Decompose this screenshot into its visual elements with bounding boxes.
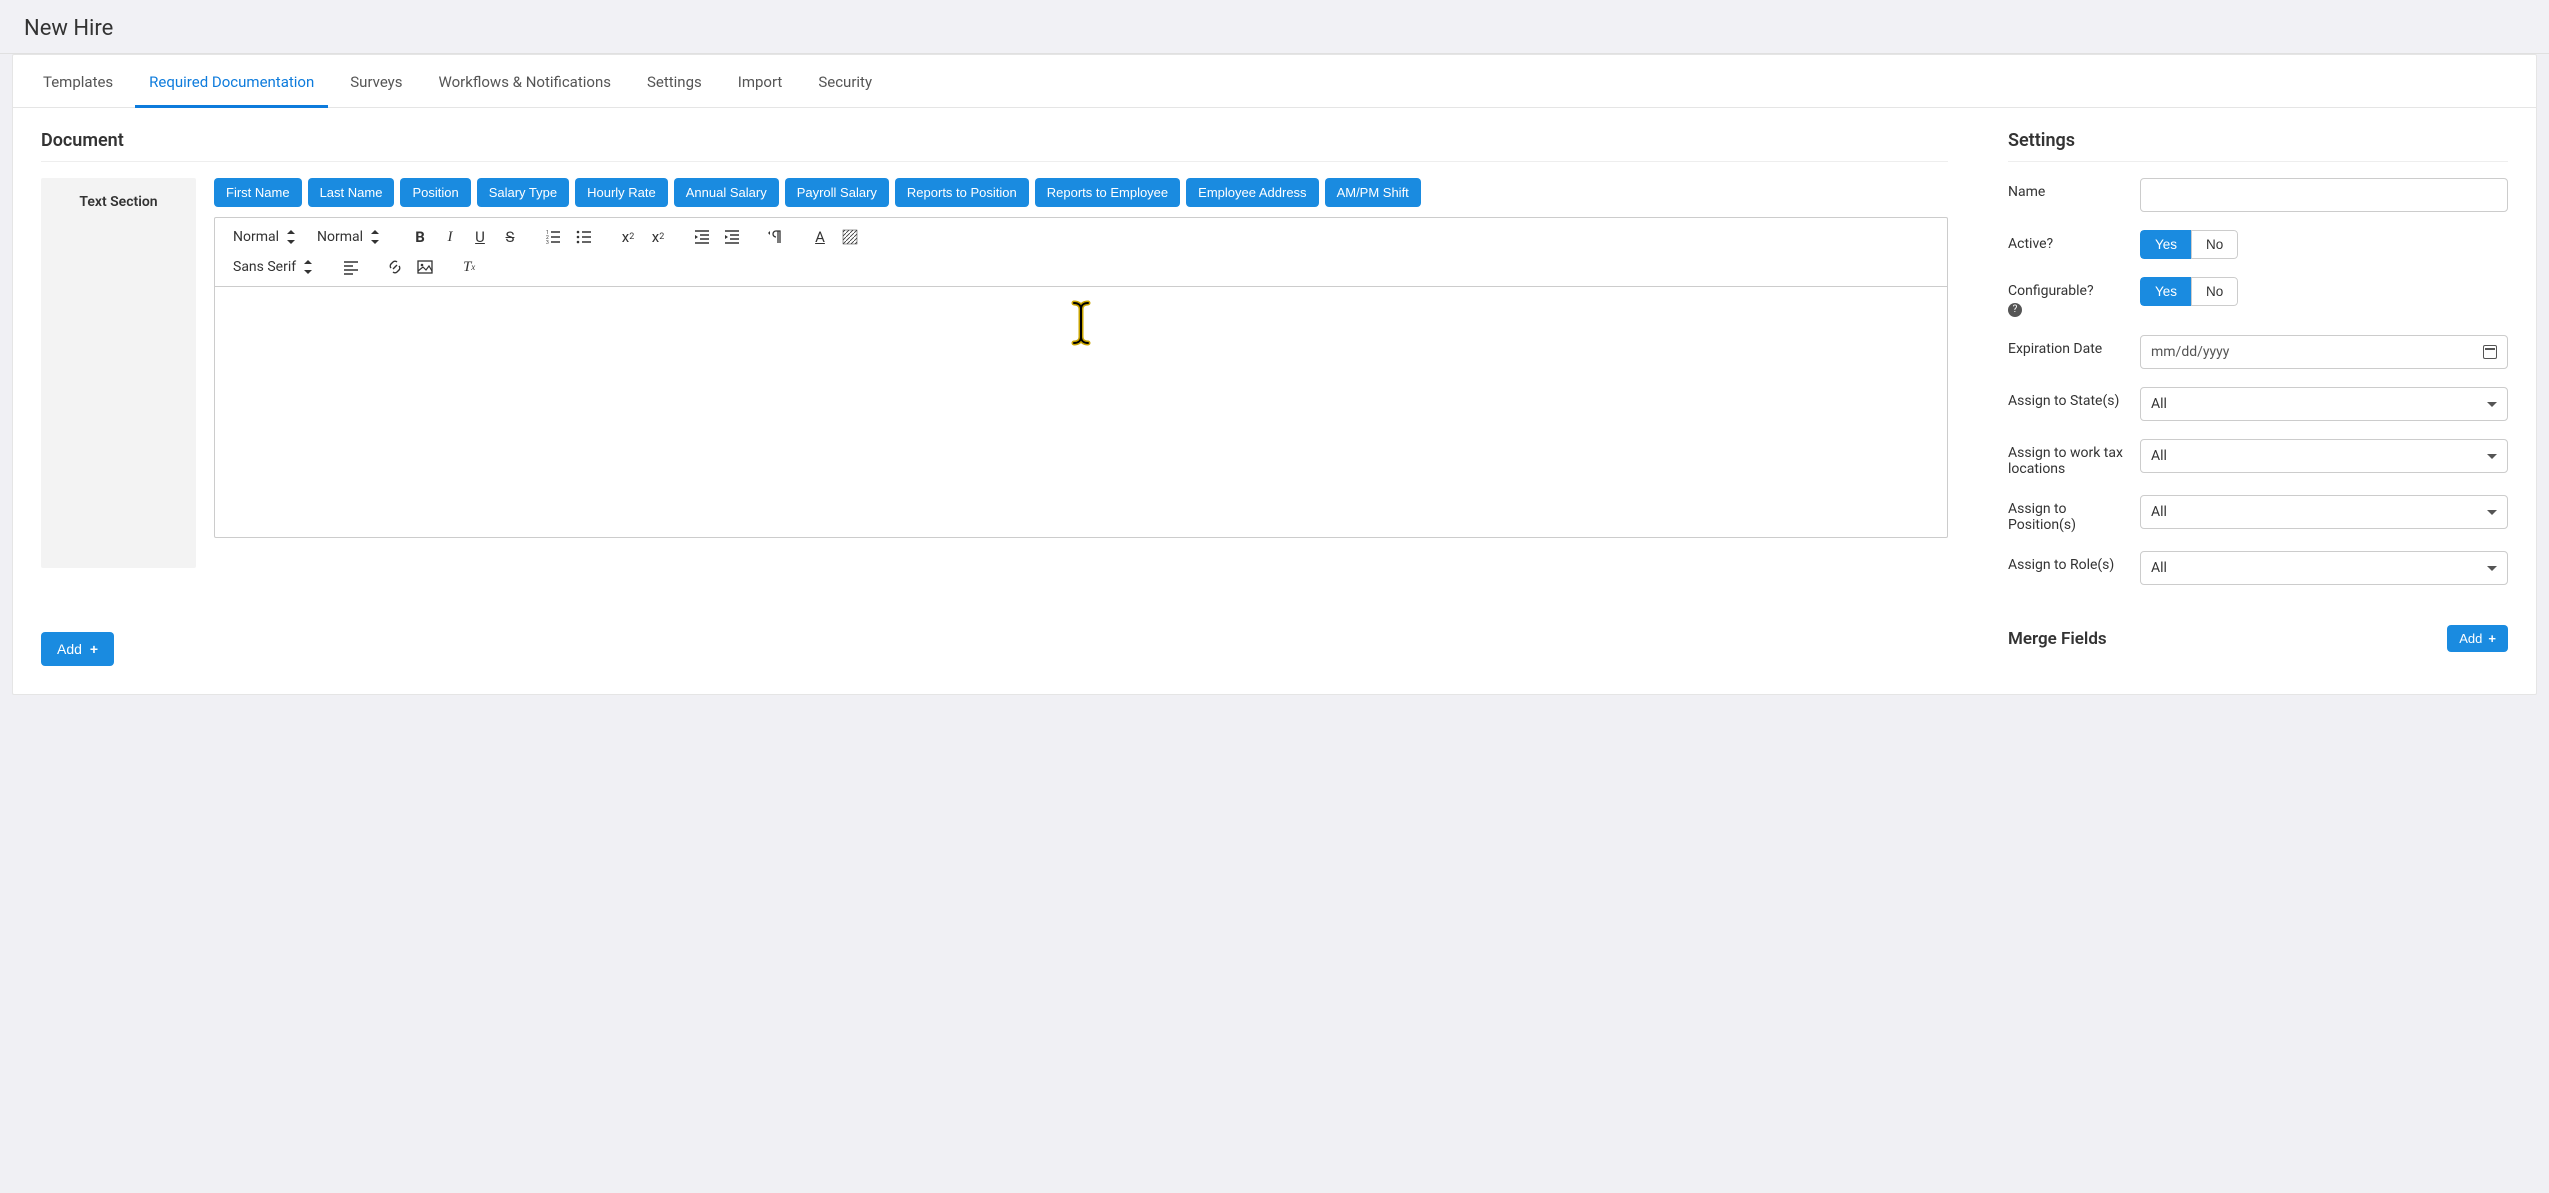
tab-surveys[interactable]: Surveys (336, 55, 416, 107)
chevron-down-icon (2487, 510, 2497, 515)
merge-token-annual-salary[interactable]: Annual Salary (674, 178, 779, 207)
subscript-icon[interactable]: x2 (615, 224, 641, 250)
configurable-label: Configurable? ? (2008, 277, 2128, 317)
text-section-card[interactable]: Text Section (41, 178, 196, 568)
tab-required-documentation[interactable]: Required Documentation (135, 55, 328, 108)
image-icon[interactable] (412, 254, 438, 280)
richtext-editor: Normal Normal B I U S 123 (214, 217, 1948, 538)
merge-token-payroll-salary[interactable]: Payroll Salary (785, 178, 889, 207)
configurable-yes-button[interactable]: Yes (2140, 277, 2191, 306)
merge-token-salary-type[interactable]: Salary Type (477, 178, 569, 207)
text-cursor-icon (1067, 299, 1095, 347)
states-label: Assign to State(s) (2008, 387, 2128, 409)
calendar-icon (2483, 345, 2497, 359)
merge-token-hourly-rate[interactable]: Hourly Rate (575, 178, 668, 207)
chevron-down-icon (2487, 402, 2497, 407)
tab-settings[interactable]: Settings (633, 55, 716, 107)
name-label: Name (2008, 178, 2128, 200)
merge-token-first-name[interactable]: First Name (214, 178, 302, 207)
italic-icon[interactable]: I (437, 224, 463, 250)
add-section-button[interactable]: Add+ (41, 632, 114, 666)
align-icon[interactable] (338, 254, 364, 280)
active-yes-button[interactable]: Yes (2140, 230, 2191, 259)
expiration-date-input[interactable]: mm/dd/yyyy (2140, 335, 2508, 369)
underline-icon[interactable]: U (467, 224, 493, 250)
merge-token-am-pm-shift[interactable]: AM/PM Shift (1325, 178, 1421, 207)
positions-select[interactable]: All (2140, 495, 2508, 529)
tab-templates[interactable]: Templates (29, 55, 127, 107)
roles-select[interactable]: All (2140, 551, 2508, 585)
name-input[interactable] (2140, 178, 2508, 212)
page-title: New Hire (0, 0, 2549, 54)
merge-token-row: First Name Last Name Position Salary Typ… (214, 178, 1948, 207)
tab-nav: Templates Required Documentation Surveys… (13, 55, 2536, 108)
link-icon[interactable] (382, 254, 408, 280)
unordered-list-icon[interactable] (571, 224, 597, 250)
ordered-list-icon[interactable]: 123 (541, 224, 567, 250)
merge-token-position[interactable]: Position (400, 178, 470, 207)
positions-label: Assign to Position(s) (2008, 495, 2128, 533)
plus-icon: + (90, 641, 98, 657)
chevron-down-icon (2487, 566, 2497, 571)
editor-toolbar: Normal Normal B I U S 123 (215, 218, 1947, 287)
clear-format-icon[interactable]: Tx (456, 254, 482, 280)
merge-token-reports-to-employee[interactable]: Reports to Employee (1035, 178, 1180, 207)
merge-fields-heading: Merge Fields (2008, 629, 2107, 649)
merge-token-employee-address[interactable]: Employee Address (1186, 178, 1318, 207)
text-color-icon[interactable]: A (807, 224, 833, 250)
work-tax-select[interactable]: All (2140, 439, 2508, 473)
states-select[interactable]: All (2140, 387, 2508, 421)
help-icon[interactable]: ? (2008, 303, 2022, 317)
size-select[interactable]: Normal (309, 225, 389, 249)
plus-icon: + (2488, 631, 2496, 646)
document-heading: Document (41, 120, 1948, 162)
configurable-no-button[interactable]: No (2191, 277, 2238, 306)
active-no-button[interactable]: No (2191, 230, 2238, 259)
background-color-icon[interactable] (837, 224, 863, 250)
work-tax-label: Assign to work tax locations (2008, 439, 2128, 477)
roles-label: Assign to Role(s) (2008, 551, 2128, 573)
merge-token-reports-to-position[interactable]: Reports to Position (895, 178, 1029, 207)
superscript-icon[interactable]: x2 (645, 224, 671, 250)
chevron-down-icon (2487, 454, 2497, 459)
heading-select[interactable]: Normal (225, 225, 305, 249)
editor-textarea[interactable] (215, 287, 1947, 537)
settings-heading: Settings (2008, 120, 2508, 162)
outdent-icon[interactable] (689, 224, 715, 250)
strikethrough-icon[interactable]: S (497, 224, 523, 250)
bold-icon[interactable]: B (407, 224, 433, 250)
tab-import[interactable]: Import (724, 55, 797, 107)
svg-text:3: 3 (546, 240, 549, 245)
text-direction-icon[interactable] (763, 224, 789, 250)
merge-token-last-name[interactable]: Last Name (308, 178, 395, 207)
active-label: Active? (2008, 230, 2128, 252)
indent-icon[interactable] (719, 224, 745, 250)
font-select[interactable]: Sans Serif (225, 255, 320, 279)
add-merge-field-button[interactable]: Add+ (2447, 625, 2508, 652)
tab-workflows-notifications[interactable]: Workflows & Notifications (425, 55, 625, 107)
tab-security[interactable]: Security (804, 55, 886, 107)
expiration-label: Expiration Date (2008, 335, 2128, 357)
